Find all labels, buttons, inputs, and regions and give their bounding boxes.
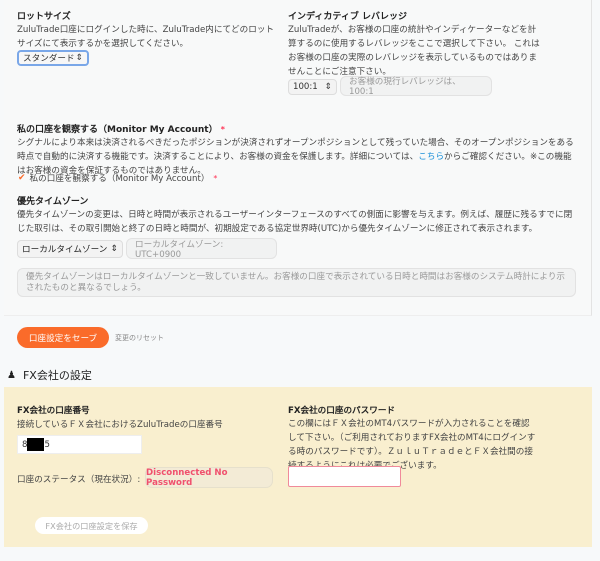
current-timezone-display: ローカルタイムゾーン: UTC+0900 [126, 238, 277, 260]
lot-size-select[interactable]: スタンダード ⇕ [17, 50, 89, 66]
monitor-title: 私の口座を観察する（Monitor My Account） * [17, 122, 225, 135]
timezone-title: 優先タイムゾーン [17, 197, 89, 207]
timezone-value: ローカルタイムゾーン [22, 245, 108, 255]
lot-size-value: スタンダード [23, 54, 75, 64]
leverage-title: インディカティブ レバレッジ [288, 12, 407, 22]
account-status-badge: Disconnected No Password [145, 467, 273, 488]
select-arrows-icon: ⇕ [110, 244, 118, 254]
monitor-checkbox-label: 私の口座を観察する（Monitor My Account） [29, 174, 210, 184]
required-mark: * [213, 173, 218, 183]
user-icon: ♟ [7, 369, 16, 381]
broker-password-input[interactable] [288, 466, 401, 487]
account-status-label: 口座のステータス（現在状況）: [17, 475, 141, 485]
broker-account-title: FX会社の口座番号 [17, 406, 90, 416]
monitor-title-text: 私の口座を観察する（Monitor My Account） [17, 125, 218, 135]
lot-size-desc: ZuluTrade口座にログインした時に、ZuluTrade内にてどのロットサイ… [17, 25, 275, 49]
save-account-settings-button[interactable]: 口座設定をセーブ [17, 327, 109, 348]
reset-changes-link[interactable]: 変更のリセット [115, 333, 164, 343]
checkmark-icon: ✔ [18, 173, 26, 183]
current-leverage-display: お客様の現行レバレッジは、 100:1 [340, 76, 492, 97]
redaction-block [27, 438, 45, 451]
leverage-desc: ZuluTradeが、お客様の口座の統計やインディケーターなどを計算するのに使用… [288, 25, 540, 77]
details-link[interactable]: こちら [418, 152, 444, 162]
save-broker-settings-button[interactable]: FX会社の口座設定を保存 [35, 517, 148, 534]
leverage-value: 100:1 [293, 82, 318, 92]
broker-section-header: ♟ FX会社の設定 [7, 367, 92, 383]
timezone-notice: 優先タイムゾーンはローカルタイムゾーンと一致していません。お客様の口座で表示され… [17, 268, 576, 297]
monitor-checkbox[interactable]: ✔ 私の口座を観察する（Monitor My Account） * [18, 172, 217, 184]
required-mark: * [220, 125, 225, 134]
broker-account-input[interactable]: 85 [17, 435, 142, 454]
broker-section-title: FX会社の設定 [22, 369, 92, 382]
broker-password-title: FX会社の口座のパスワード [288, 406, 396, 416]
select-arrows-icon: ⇕ [75, 53, 83, 63]
broker-account-desc: 接続しているＦＸ会社におけるZuluTradeの口座番号 [17, 420, 223, 430]
select-arrows-icon: ⇕ [324, 82, 332, 92]
account-number-end: 5 [44, 439, 50, 450]
leverage-select[interactable]: 100:1 ⇕ [288, 79, 337, 95]
lot-size-title: ロットサイズ [17, 12, 71, 22]
timezone-desc: 優先タイムゾーンの変更は、日時と時間が表示されるユーザーインターフェースのすべて… [17, 210, 573, 234]
timezone-select[interactable]: ローカルタイムゾーン ⇕ [17, 240, 123, 258]
broker-password-desc: この欄にはＦＸ会社のMT4パスワードが入力されることを確認して下さい。（ご利用さ… [288, 419, 536, 471]
